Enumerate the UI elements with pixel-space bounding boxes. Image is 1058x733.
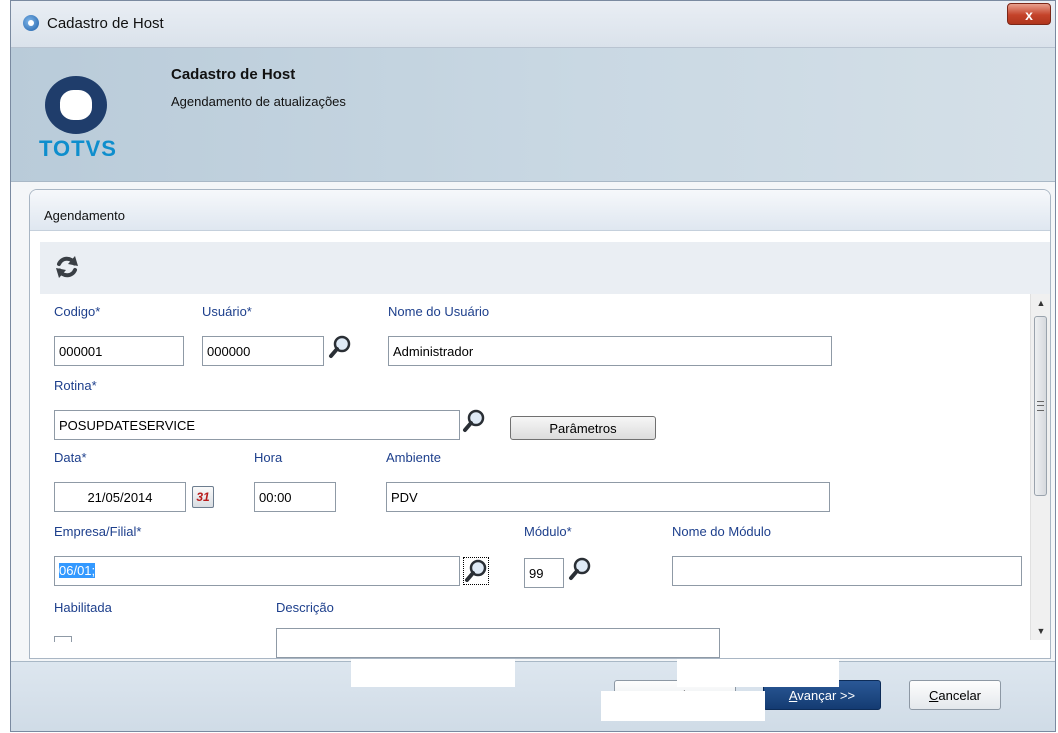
close-button[interactable]: x (1007, 3, 1051, 25)
habilitada-label: Habilitada (54, 600, 112, 615)
redaction-block (677, 659, 839, 687)
agendamento-panel: Agendamento Codigo* Usuário* Nome do Usu… (29, 189, 1051, 659)
rotina-label: Rotina* (54, 378, 97, 393)
next-label: vançar >> (797, 687, 856, 703)
rotina-search-icon[interactable] (462, 408, 486, 434)
data-input[interactable] (54, 482, 186, 512)
empresa-filial-input[interactable]: 06/01; (54, 556, 460, 586)
empresa-filial-label: Empresa/Filial* (54, 524, 142, 539)
refresh-icon[interactable] (54, 254, 80, 280)
scroll-up-icon[interactable]: ▲ (1031, 294, 1050, 312)
header-banner: TOTVS Cadastro de Host Agendamento de at… (11, 48, 1055, 182)
nome-modulo-label: Nome do Módulo (672, 524, 771, 539)
panel-toolbar (40, 242, 1050, 294)
cancel-accelerator: C (928, 687, 939, 703)
nome-modulo-input[interactable] (672, 556, 1022, 586)
app-globe-icon (23, 15, 39, 31)
modulo-label: Módulo* (524, 524, 572, 539)
modulo-input[interactable] (524, 558, 564, 588)
empresa-filial-selected-text: 06/01; (59, 563, 96, 578)
nome-usuario-label: Nome do Usuário (388, 304, 490, 319)
codigo-label: Codigo* (54, 304, 101, 319)
totvs-logo: TOTVS (37, 72, 127, 172)
cancel-button[interactable]: Cancelar (909, 680, 1001, 710)
panel-header: Agendamento (30, 190, 1050, 231)
banner-title: Cadastro de Host (171, 66, 296, 83)
hora-input[interactable] (254, 482, 336, 512)
codigo-input[interactable] (54, 336, 184, 366)
empresa-filial-search-icon[interactable] (463, 557, 489, 585)
dialog-window: Cadastro de Host x TOTVS Cadastro de Hos… (10, 0, 1056, 732)
banner-subtitle: Agendamento de atualizações (171, 94, 346, 109)
form-scrollbar[interactable]: ▲ ▼ (1030, 294, 1050, 640)
redaction-block (351, 659, 515, 687)
scroll-thumb[interactable] (1034, 316, 1047, 496)
usuario-label: Usuário* (202, 304, 252, 319)
usuario-input[interactable] (202, 336, 324, 366)
usuario-search-icon[interactable] (328, 334, 352, 360)
data-label: Data* (54, 450, 87, 465)
panel-title: Agendamento (44, 208, 125, 223)
habilitada-checkbox[interactable] (54, 636, 72, 642)
scroll-down-icon[interactable]: ▼ (1031, 622, 1050, 640)
cancel-label: ancelar (938, 687, 982, 703)
hora-label: Hora (254, 450, 283, 465)
parametros-button[interactable]: Parâmetros (510, 416, 656, 440)
rotina-input[interactable] (54, 410, 460, 440)
window-title: Cadastro de Host (47, 15, 164, 32)
ambiente-label: Ambiente (386, 450, 441, 465)
nome-usuario-input[interactable] (388, 336, 832, 366)
descricao-input[interactable] (276, 628, 720, 658)
calendar-icon[interactable]: 31 (192, 486, 214, 508)
descricao-label: Descrição (276, 600, 334, 615)
title-bar: Cadastro de Host x (11, 1, 1055, 48)
logo-mark-icon (45, 76, 107, 134)
ambiente-input[interactable] (386, 482, 830, 512)
modulo-search-icon[interactable] (568, 556, 592, 582)
scroll-grip-icon (1037, 401, 1044, 411)
close-icon: x (1025, 7, 1033, 23)
logo-text: TOTVS (39, 136, 117, 161)
wizard-footer: << Voltar Avançar >> Cancelar (11, 661, 1055, 731)
redaction-block (601, 691, 765, 721)
form-area: Codigo* Usuário* Nome do Usuário Rotina*… (40, 294, 1030, 658)
